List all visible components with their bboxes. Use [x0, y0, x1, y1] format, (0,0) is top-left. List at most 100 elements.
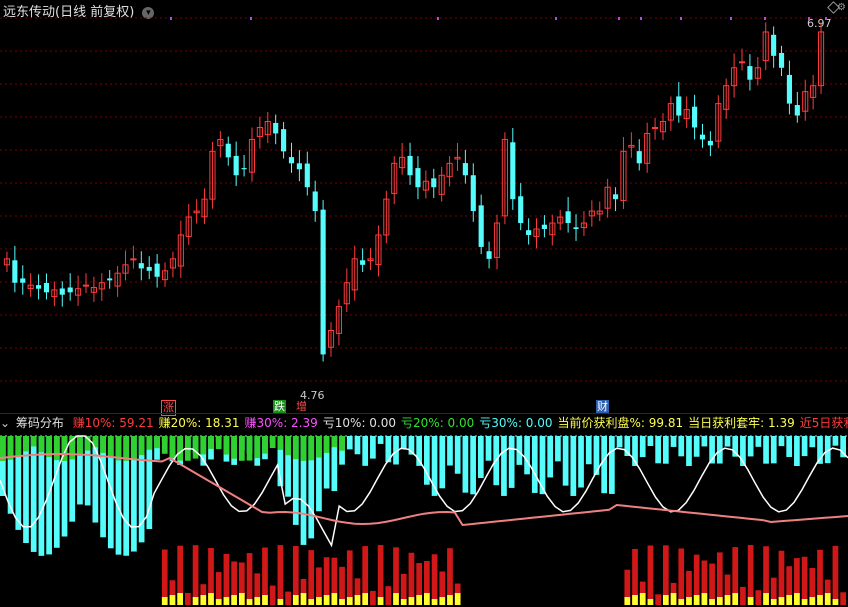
chip-bar-green: [300, 436, 307, 461]
chip-bar: [686, 436, 692, 466]
chip-bar: [508, 436, 515, 488]
candle-body: [612, 194, 619, 200]
chart-canvas[interactable]: [0, 0, 848, 607]
candle-body: [407, 155, 413, 176]
profit-bar-yellow: [447, 595, 453, 605]
candle-body: [281, 129, 287, 152]
profit-bar: [185, 592, 191, 605]
profit-bar-yellow: [362, 593, 369, 605]
candle-body: [431, 178, 437, 188]
chip-bar: [763, 436, 769, 464]
chip-bar-green: [192, 436, 199, 459]
profit-bar: [308, 550, 315, 605]
chip-bar: [747, 436, 754, 457]
candle-body: [146, 266, 152, 271]
chip-bar-green: [238, 436, 245, 461]
chip-bar: [794, 436, 800, 466]
profit-bar: [269, 585, 276, 605]
profit-bar-yellow: [192, 597, 199, 605]
profit-bar-yellow: [161, 597, 168, 605]
chip-bar: [601, 436, 608, 494]
chip-bar: [832, 436, 839, 446]
chip-bar-green: [331, 436, 338, 448]
profit-bar-yellow: [316, 597, 322, 605]
chip-bar: [678, 436, 685, 457]
chip-bar: [370, 436, 376, 459]
chip-bar-green: [223, 436, 230, 455]
chip-bar-green: [107, 436, 114, 458]
profit-bar: [755, 590, 762, 605]
profit-bar-yellow: [424, 593, 430, 605]
profit-bar: [385, 586, 392, 605]
profit-bar-yellow: [215, 599, 222, 605]
chip-bar: [585, 436, 592, 465]
profit-bar: [161, 549, 168, 605]
profit-bar: [840, 592, 846, 605]
profit-bar-yellow: [339, 599, 345, 605]
profit-bar-yellow: [824, 593, 831, 605]
candle-body: [225, 143, 231, 158]
candle-body: [518, 196, 524, 224]
profit-bar-yellow: [693, 595, 700, 605]
chip-bar: [454, 436, 461, 474]
profit-bar-yellow: [331, 593, 338, 605]
profit-bar-yellow: [223, 597, 230, 605]
chip-bar: [578, 436, 584, 488]
candle-body: [304, 163, 310, 188]
profit-bar-yellow: [231, 595, 237, 605]
profit-bar-yellow: [701, 593, 708, 605]
chip-bar-green: [262, 436, 268, 454]
candle-body: [778, 52, 785, 68]
chip-bar-green: [292, 436, 299, 460]
candle-body: [288, 157, 295, 164]
profit-bar-yellow: [662, 595, 669, 605]
profit-bar: [778, 550, 785, 605]
profit-bar: [431, 554, 438, 605]
candle-body: [320, 209, 326, 355]
chip-bar: [30, 436, 37, 552]
chip-bar: [547, 436, 554, 478]
chip-bar: [639, 436, 646, 458]
chip-bar-green: [77, 436, 83, 456]
chip-bar: [616, 436, 623, 448]
candle-body: [771, 34, 777, 56]
candle-body: [12, 260, 18, 283]
candle-body: [138, 263, 144, 269]
chip-bar: [362, 436, 369, 466]
candle-body: [699, 134, 706, 140]
chip-bar: [531, 436, 538, 493]
profit-bar-yellow: [177, 593, 184, 605]
profit-bar-yellow: [300, 593, 307, 605]
profit-bar-yellow: [763, 593, 769, 605]
candle-body: [565, 211, 571, 224]
chip-bar: [501, 436, 507, 496]
profit-bar-yellow: [778, 597, 785, 605]
candle-body: [470, 175, 476, 212]
candle-body: [241, 168, 247, 170]
chip-bar-green: [15, 436, 22, 457]
signal-dot: [437, 17, 439, 20]
signal-dot: [618, 17, 620, 20]
chip-bar-green: [100, 436, 106, 454]
profit-bar-yellow: [686, 597, 692, 605]
profit-bar-yellow: [238, 593, 245, 605]
chip-bar-green: [23, 436, 29, 452]
chip-bar: [778, 436, 785, 447]
chip-bar-green: [161, 436, 168, 454]
candle-body: [786, 74, 793, 104]
chip-bar: [801, 436, 808, 457]
candle-body: [20, 278, 26, 283]
chip-bar-green: [30, 436, 37, 447]
profit-bar-yellow: [724, 595, 731, 605]
candle-body: [636, 151, 642, 164]
candle-body: [794, 105, 800, 116]
chip-bar-green: [177, 436, 184, 461]
chip-bar: [662, 436, 669, 464]
profit-bar: [246, 553, 253, 605]
candle-body: [360, 260, 366, 265]
signal-dot: [170, 17, 172, 20]
profit-bar-yellow: [678, 599, 685, 605]
profit-bar: [747, 545, 754, 605]
profit-bar-yellow: [323, 595, 330, 605]
profit-bar-yellow: [377, 597, 384, 605]
